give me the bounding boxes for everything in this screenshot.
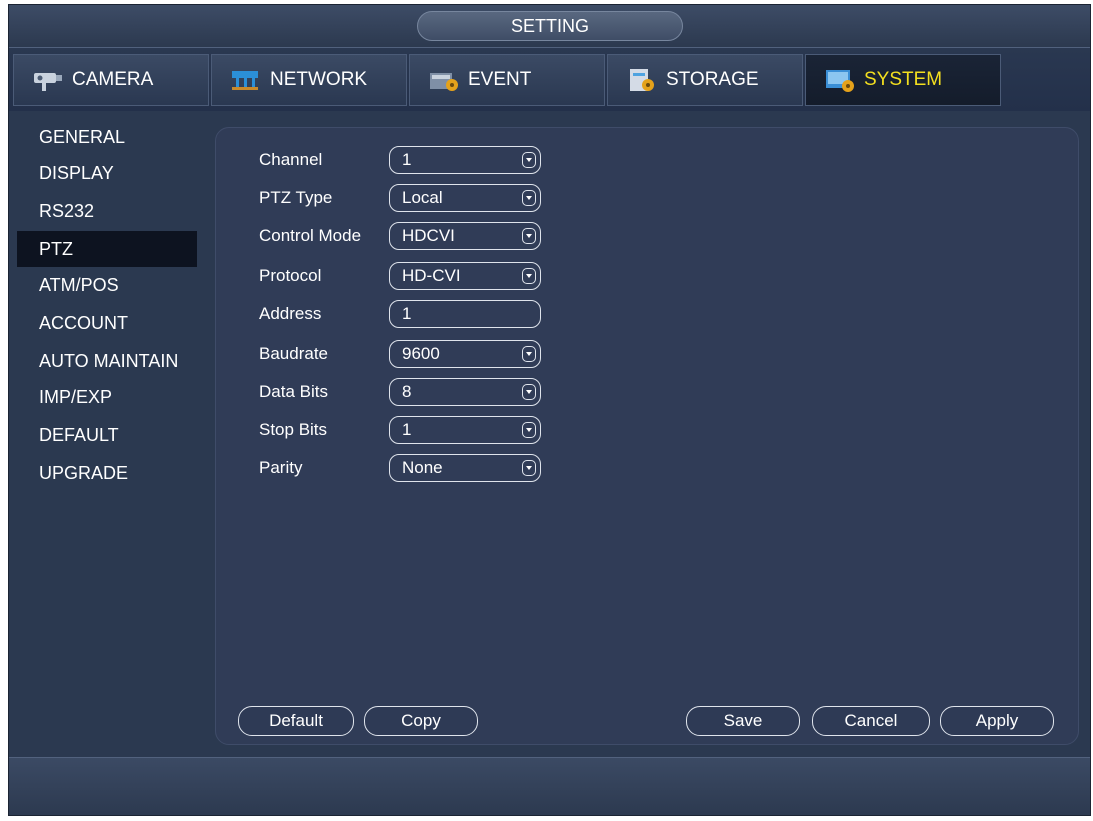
main-tab-bar: CAMERA NETWORK EVENT STORAGE SYSTEM: [9, 47, 1090, 111]
ptz-settings-panel: Channel 1 PTZ Type Local Control Mode HD…: [215, 127, 1079, 745]
camera-icon: [34, 73, 62, 91]
control-mode-label: Control Mode: [259, 226, 362, 245]
copy-button[interactable]: Copy: [364, 706, 478, 736]
event-icon: [430, 73, 458, 91]
tab-system[interactable]: SYSTEM: [805, 54, 1001, 106]
settings-window: SETTING CAMERA NETWORK EVENT STORAGE SYS…: [8, 4, 1091, 816]
tab-label: STORAGE: [666, 69, 759, 90]
chevron-down-icon: [522, 152, 536, 168]
system-icon: [826, 70, 854, 92]
sidebar-item-general[interactable]: GENERAL: [17, 119, 197, 155]
control-mode-value: HDCVI: [402, 226, 455, 245]
baudrate-select[interactable]: 9600: [389, 340, 541, 368]
sidebar-item-upgrade[interactable]: UPGRADE: [17, 455, 197, 491]
chevron-down-icon: [522, 228, 536, 244]
address-input[interactable]: 1: [389, 300, 541, 328]
cancel-button[interactable]: Cancel: [812, 706, 930, 736]
parity-value: None: [402, 458, 443, 477]
data-bits-label: Data Bits: [259, 382, 328, 401]
tab-camera[interactable]: CAMERA: [13, 54, 209, 106]
status-bar: [9, 757, 1090, 815]
sidebar-item-atm-pos[interactable]: ATM/POS: [17, 267, 197, 303]
address-value: 1: [402, 304, 412, 323]
ptz-type-label: PTZ Type: [259, 188, 333, 207]
network-icon: [232, 71, 258, 90]
sidebar: GENERAL DISPLAY RS232 PTZ ATM/POS ACCOUN…: [9, 111, 209, 751]
sidebar-item-display[interactable]: DISPLAY: [17, 155, 197, 191]
tab-network[interactable]: NETWORK: [211, 54, 407, 106]
address-label: Address: [259, 304, 322, 323]
sidebar-item-rs232[interactable]: RS232: [17, 193, 197, 229]
chevron-down-icon: [522, 346, 536, 362]
storage-icon: [630, 69, 654, 91]
ptz-type-select[interactable]: Local: [389, 184, 541, 212]
tab-event[interactable]: EVENT: [409, 54, 605, 106]
sidebar-item-account[interactable]: ACCOUNT: [17, 305, 197, 341]
channel-value: 1: [402, 150, 412, 169]
stop-bits-label: Stop Bits: [259, 420, 328, 439]
chevron-down-icon: [522, 422, 536, 438]
data-bits-select[interactable]: 8: [389, 378, 541, 406]
sidebar-item-ptz[interactable]: PTZ: [17, 231, 197, 267]
tab-label: NETWORK: [270, 69, 368, 90]
sidebar-item-imp-exp[interactable]: IMP/EXP: [17, 379, 197, 415]
protocol-value: HD-CVI: [402, 266, 461, 285]
tab-storage[interactable]: STORAGE: [607, 54, 803, 106]
chevron-down-icon: [522, 268, 536, 284]
sidebar-item-auto-maintain[interactable]: AUTO MAINTAIN: [17, 343, 197, 379]
parity-select[interactable]: None: [389, 454, 541, 482]
tab-label: CAMERA: [72, 69, 154, 90]
apply-button[interactable]: Apply: [940, 706, 1054, 736]
chevron-down-icon: [522, 460, 536, 476]
ptz-type-value: Local: [402, 188, 443, 207]
protocol-label: Protocol: [259, 266, 322, 285]
window-title: SETTING: [417, 11, 683, 41]
stop-bits-value: 1: [402, 420, 412, 439]
chevron-down-icon: [522, 190, 536, 206]
channel-label: Channel: [259, 150, 323, 169]
baudrate-value: 9600: [402, 344, 440, 363]
channel-select[interactable]: 1: [389, 146, 541, 174]
title-bar: SETTING: [9, 5, 1090, 47]
save-button[interactable]: Save: [686, 706, 800, 736]
baudrate-label: Baudrate: [259, 344, 328, 363]
chevron-down-icon: [522, 384, 536, 400]
data-bits-value: 8: [402, 382, 412, 401]
sidebar-item-default[interactable]: DEFAULT: [17, 417, 197, 453]
protocol-select[interactable]: HD-CVI: [389, 262, 541, 290]
tab-label: EVENT: [468, 69, 532, 90]
control-mode-select[interactable]: HDCVI: [389, 222, 541, 250]
stop-bits-select[interactable]: 1: [389, 416, 541, 444]
parity-label: Parity: [259, 458, 303, 477]
tab-label: SYSTEM: [864, 69, 943, 90]
default-button[interactable]: Default: [238, 706, 354, 736]
